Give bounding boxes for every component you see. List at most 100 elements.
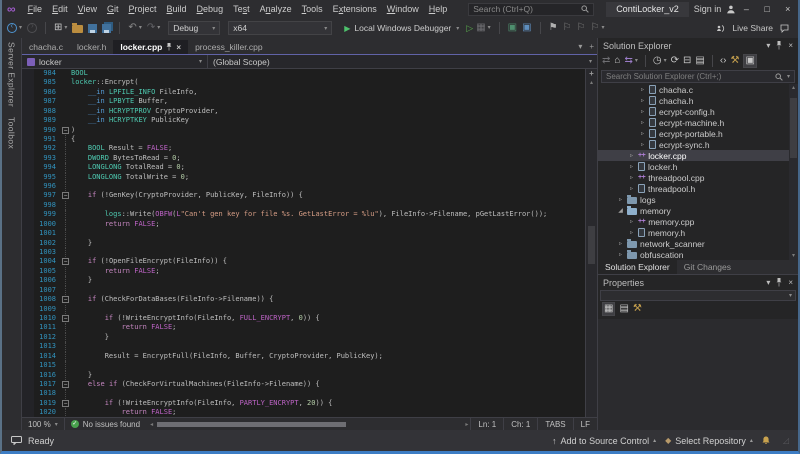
start-debugging-button[interactable]: ▶ Local Windows Debugger ▾	[344, 23, 459, 33]
properties-icon[interactable]: ⚒	[731, 56, 740, 66]
tree-item-memory[interactable]: ◢memory	[598, 205, 789, 216]
expand-arrow-icon[interactable]: ▹	[628, 218, 635, 225]
breakpoint-margin[interactable]	[22, 239, 34, 248]
tree-item-obfuscation[interactable]: ▹obfuscation	[598, 249, 789, 260]
window-position-dropdown-icon[interactable]: ▾	[766, 278, 770, 287]
fold-margin[interactable]	[61, 276, 71, 285]
expand-arrow-icon[interactable]: ◢	[617, 207, 624, 214]
menu-analyze[interactable]: Analyze	[255, 2, 297, 16]
fold-margin[interactable]	[61, 78, 71, 87]
breakpoint-margin[interactable]	[22, 257, 34, 266]
fold-margin[interactable]	[61, 107, 71, 116]
tree-item-ecrypt-portable-h[interactable]: ▹ecrypt-portable.h	[598, 128, 789, 139]
collapse-all-icon[interactable]: ⊟	[683, 56, 691, 66]
new-project-icon[interactable]: ⊞▾	[54, 23, 67, 33]
maximize-button[interactable]: □	[757, 1, 778, 18]
expand-arrow-icon[interactable]: ▹	[628, 229, 635, 236]
save-icon[interactable]	[88, 24, 97, 33]
tree-item-locker-h[interactable]: ▹locker.h	[598, 161, 789, 172]
window-position-dropdown-icon[interactable]: ▾	[766, 41, 770, 50]
breakpoint-margin[interactable]	[22, 276, 34, 285]
menu-window[interactable]: Window	[382, 2, 424, 16]
user-avatar-icon[interactable]	[726, 5, 736, 14]
fold-margin[interactable]	[61, 135, 71, 144]
fold-margin[interactable]	[61, 144, 71, 153]
breakpoint-margin[interactable]	[22, 389, 34, 398]
breakpoint-margin[interactable]	[22, 248, 34, 257]
menu-debug[interactable]: Debug	[192, 2, 229, 16]
scroll-left-icon[interactable]: ◂	[148, 421, 155, 428]
horizontal-scroll-thumb[interactable]	[157, 422, 346, 427]
property-pages-icon[interactable]: ⚒	[633, 304, 642, 314]
expand-arrow-icon[interactable]: ▹	[628, 152, 635, 159]
tab-chacha-c[interactable]: chacha.c	[22, 40, 70, 54]
fold-margin[interactable]	[61, 248, 71, 257]
fold-margin[interactable]	[61, 173, 71, 182]
expand-arrow-icon[interactable]: ▹	[639, 97, 646, 104]
breakpoint-margin[interactable]	[22, 182, 34, 191]
scope-dropdown[interactable]: (Global Scope) ▾	[208, 55, 597, 68]
tree-item-memory-cpp[interactable]: ▹++memory.cpp	[598, 216, 789, 227]
show-all-files-icon[interactable]: ▤	[695, 56, 704, 66]
bell-icon[interactable]	[762, 436, 770, 445]
tab-toolbox[interactable]: Toolbox	[7, 117, 17, 149]
solution-explorer-search[interactable]: Search Solution Explorer (Ctrl+;) ▾	[601, 70, 795, 83]
pin-icon[interactable]	[776, 41, 782, 50]
tab-locker-h[interactable]: locker.h	[70, 40, 113, 54]
fold-margin[interactable]	[61, 323, 71, 332]
close-icon[interactable]: ×	[788, 278, 793, 287]
bookmark-list-icon[interactable]: ⚐▾	[590, 23, 604, 33]
expand-arrow-icon[interactable]: ▹	[628, 163, 635, 170]
tab-server-explorer[interactable]: Server Explorer	[7, 42, 17, 107]
code-area[interactable]: 984BOOL985locker::Encrypt(986 __in LPFIL…	[22, 69, 585, 417]
tree-item-ecrypt-sync-h[interactable]: ▹ecrypt-sync.h	[598, 139, 789, 150]
live-share-button[interactable]: Live Share	[732, 23, 773, 33]
fold-margin[interactable]	[61, 239, 71, 248]
scroll-up-icon[interactable]: ▴	[789, 84, 798, 92]
search-box[interactable]: Search (Ctrl+Q)	[468, 3, 594, 16]
expand-arrow-icon[interactable]: ▹	[639, 119, 646, 126]
splitter-handle-icon[interactable]: +	[586, 69, 597, 79]
build-selection-icon[interactable]: ▣	[522, 23, 531, 33]
fold-collapse-icon[interactable]: −	[62, 192, 69, 199]
refresh-icon[interactable]: ⟳	[671, 56, 679, 66]
column-indicator[interactable]: Ch: 1	[503, 418, 537, 430]
navigate-forward-icon[interactable]	[27, 23, 37, 33]
preview-selected-items-icon[interactable]: ▣	[743, 54, 756, 68]
breakpoint-margin[interactable]	[22, 371, 34, 380]
breakpoint-margin[interactable]	[22, 116, 34, 125]
pin-icon[interactable]	[166, 43, 172, 51]
menu-file[interactable]: File	[23, 2, 48, 16]
panel-tab-git-changes[interactable]: Git Changes	[677, 260, 738, 274]
sync-with-active-document-icon[interactable]: ⇄	[602, 56, 610, 66]
tree-item-ecrypt-config-h[interactable]: ▹ecrypt-config.h	[598, 106, 789, 117]
tabs-indicator[interactable]: TABS	[537, 418, 572, 430]
feedback-icon[interactable]	[780, 24, 789, 33]
breakpoint-margin[interactable]	[22, 342, 34, 351]
menu-view[interactable]: View	[73, 2, 102, 16]
breakpoint-margin[interactable]	[22, 88, 34, 97]
fold-margin[interactable]	[61, 229, 71, 238]
bookmark-prev-icon[interactable]: ⚐	[563, 23, 572, 33]
line-indicator[interactable]: Ln: 1	[470, 418, 503, 430]
undo-icon[interactable]: ↶▾	[128, 23, 141, 33]
save-all-icon[interactable]	[102, 24, 111, 33]
properties-object-dropdown[interactable]: ▾	[600, 290, 796, 301]
tree-item-logs[interactable]: ▹logs	[598, 194, 789, 205]
tree-item-memory-h[interactable]: ▹memory.h	[598, 227, 789, 238]
fold-margin[interactable]	[61, 210, 71, 219]
breakpoint-margin[interactable]	[22, 295, 34, 304]
select-repository-button[interactable]: ◆ Select Repository ▴	[665, 436, 753, 446]
alphabetical-icon[interactable]: ▤	[619, 304, 628, 314]
fold-margin[interactable]	[61, 408, 71, 417]
fold-collapse-icon[interactable]: −	[62, 400, 69, 407]
breakpoint-margin[interactable]	[22, 210, 34, 219]
breakpoint-margin[interactable]	[22, 154, 34, 163]
breakpoint-margin[interactable]	[22, 408, 34, 417]
tree-scrollbar[interactable]: ▴ ▾	[789, 84, 798, 260]
fold-margin[interactable]: −	[61, 314, 71, 323]
expand-arrow-icon[interactable]: ▹	[617, 196, 624, 203]
menu-help[interactable]: Help	[424, 2, 453, 16]
fold-collapse-icon[interactable]: −	[62, 315, 69, 322]
view-code-icon[interactable]: ‹›	[720, 56, 727, 66]
